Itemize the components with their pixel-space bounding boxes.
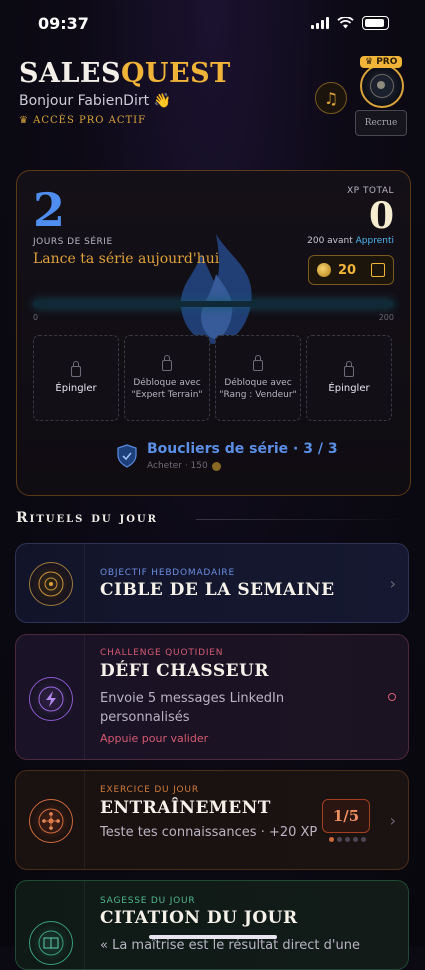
streak-shields[interactable]: Boucliers de série · 3 / 3 Acheter · 150 (117, 441, 338, 471)
exercise-score: 1/5 (322, 799, 370, 833)
next-rank-name: Apprenti (355, 236, 394, 246)
coin-icon (317, 263, 331, 277)
home-indicator[interactable] (149, 935, 277, 939)
ritual-daily-quote[interactable]: SAGESSE DU JOUR CITATION DU JOUR « La ma… (15, 880, 409, 970)
badge-slot[interactable]: Épingler (306, 335, 392, 421)
battery-icon (362, 16, 389, 30)
status-bar: 09:37 (0, 0, 425, 48)
streak-card: 2 JOURS DE SÉRIE Lance ta série aujourd'… (16, 170, 411, 496)
ritual-title: CITATION DU JOUR (100, 908, 298, 928)
lock-icon (253, 354, 263, 371)
lightning-icon (29, 677, 73, 721)
status-indicator (388, 693, 396, 701)
status-icons (311, 16, 389, 30)
xp-progress-bar (33, 301, 394, 307)
shields-title: Boucliers de série · 3 / 3 (147, 441, 338, 457)
ritual-description: Teste tes connaissances · +20 XP (100, 825, 318, 840)
xp-next-rank: 200 avant Apprenti (307, 236, 394, 246)
lock-icon (344, 360, 354, 377)
ritual-daily-challenge[interactable]: CHALLENGE QUOTIDIEN DÉFI CHASSEUR Envoie… (15, 634, 409, 760)
coin-icon (211, 461, 221, 471)
lock-icon (162, 354, 172, 371)
section-divider (196, 519, 409, 520)
greeting: Bonjour FabienDirt 👋 (19, 93, 171, 109)
badge-slot[interactable]: Débloque avec "Rang : Vendeur" (215, 335, 301, 421)
ritual-eyebrow: CHALLENGE QUOTIDIEN (100, 648, 224, 658)
chevron-right-icon: › (389, 811, 396, 830)
badge-slot[interactable]: Épingler (33, 335, 119, 421)
ritual-title: DÉFI CHASSEUR (100, 661, 270, 681)
pinned-badge-slots: Épingler Débloque avec "Expert Terrain" … (33, 335, 392, 421)
status-time: 09:37 (38, 14, 89, 33)
music-button[interactable]: ♫ (315, 82, 347, 114)
coin-shop-button[interactable]: 20 (308, 255, 394, 285)
shields-buy[interactable]: Acheter · 150 (147, 461, 338, 471)
streak-cta: Lance ta série aujourd'hui (33, 251, 220, 267)
coin-count: 20 (338, 262, 357, 278)
ritual-title: CIBLE DE LA SEMAINE (100, 580, 335, 600)
ritual-title: ENTRAÎNEMENT (100, 798, 271, 818)
ritual-eyebrow: EXERCICE DU JOUR (100, 785, 199, 795)
pro-access-label: ♛ ACCÈS PRO ACTIF (19, 115, 147, 126)
exercise-progress-dots (329, 837, 366, 842)
music-icon: ♫ (323, 88, 339, 108)
cart-icon (371, 263, 385, 277)
app-brand: SALESQUEST (19, 58, 231, 89)
xp-total: 0 (368, 195, 394, 237)
avatar[interactable] (360, 64, 404, 108)
ritual-eyebrow: SAGESSE DU JOUR (100, 896, 196, 906)
target-icon (29, 562, 73, 606)
ritual-description: Envoie 5 messages LinkedIn personnalisés (100, 691, 285, 725)
network-icon (29, 799, 73, 843)
section-title-rituals: Rituels du jour (16, 510, 158, 526)
ritual-daily-exercise[interactable]: EXERCICE DU JOUR ENTRAÎNEMENT Teste tes … (15, 770, 409, 870)
shield-icon (117, 444, 137, 468)
progress-max-label: 200 (378, 313, 394, 322)
wifi-icon (337, 17, 354, 29)
signal-icon (311, 17, 329, 29)
chevron-right-icon: › (389, 574, 396, 593)
validate-hint[interactable]: Appuie pour valider (100, 732, 208, 745)
streak-count: 2 (33, 183, 66, 237)
progress-min-label: 0 (33, 313, 39, 322)
streak-label: JOURS DE SÉRIE (33, 237, 113, 247)
lock-icon (71, 360, 81, 377)
ritual-weekly-goal[interactable]: OBJECTIF HEBDOMADAIRE CIBLE DE LA SEMAIN… (15, 543, 409, 623)
pro-badge: ♛ PRO (360, 56, 403, 68)
badge-slot[interactable]: Débloque avec "Expert Terrain" (124, 335, 210, 421)
flame-icon (180, 234, 252, 344)
rank-button[interactable]: Recrue (355, 110, 407, 136)
book-icon (29, 921, 73, 965)
ritual-eyebrow: OBJECTIF HEBDOMADAIRE (100, 568, 235, 578)
